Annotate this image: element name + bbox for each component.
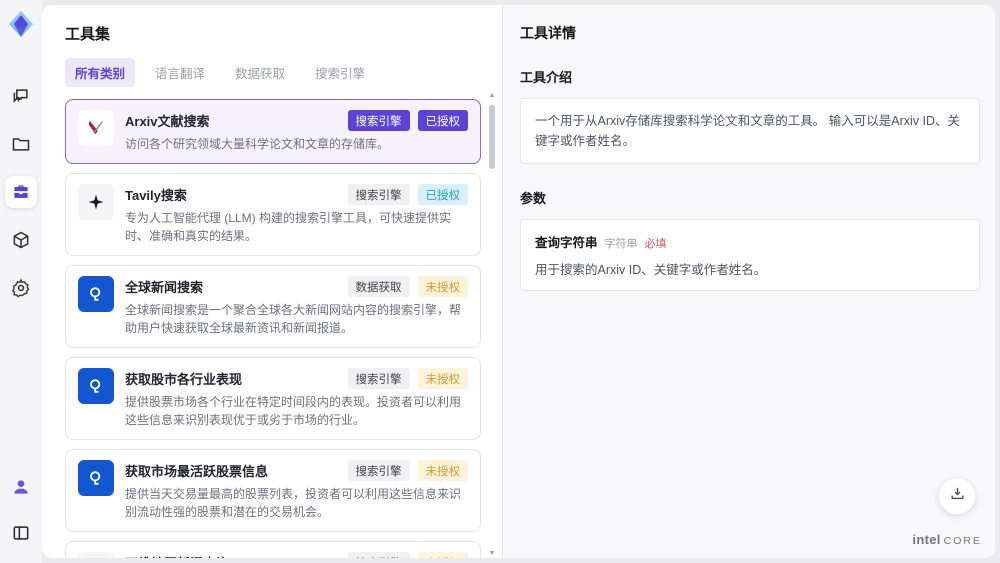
category-badge: 搜索引擎 (347, 460, 410, 481)
tool-description: 全球新闻搜索是一个聚合全球各大新闻网站内容的搜索引擎，帮助用户快速获取全球最新资… (125, 303, 462, 335)
icon-rail (0, 0, 42, 563)
tool-name: 全球新闻搜索 (125, 280, 204, 295)
tab-3[interactable]: 搜索引擎 (305, 58, 375, 87)
scroll-down-icon[interactable]: ▼ (487, 549, 497, 558)
tavily-star-icon (78, 184, 114, 220)
user-icon (11, 477, 31, 497)
arxiv-icon (78, 110, 114, 146)
sidebar-item-panel-toggle[interactable] (5, 517, 37, 549)
param-description: 用于搜索的Arxiv ID、关键字或作者姓名。 (535, 263, 767, 277)
param-type: 字符串 (604, 238, 638, 250)
auth-status-badge: 已授权 (417, 184, 468, 205)
tool-name: Tavily搜索 (125, 188, 187, 203)
tool-description: 专为人工智能代理 (LLM) 构建的搜索引擎工具，可快速提供实时、准确和真实的结… (125, 211, 452, 243)
auth-status-badge: 未授权 (417, 276, 468, 297)
category-badge: 搜索引擎 (347, 368, 410, 389)
main-content: 工具集 所有类别 语言翻译 数据获取 搜索引擎 Arxiv文献搜索 搜索引擎 已授权 … (42, 5, 995, 558)
param-name: 查询字符串 (535, 236, 598, 250)
detail-pane: 工具详情 工具介绍 一个用于从Arxiv存储库搜索科学论文和文章的工具。 输入可… (503, 5, 995, 558)
sidebar-item-account[interactable] (5, 471, 37, 503)
intro-box: 一个用于从Arxiv存储库搜索科学论文和文章的工具。 输入可以是Arxiv ID… (520, 98, 980, 164)
category-badge: 搜索引擎 (347, 184, 410, 205)
intro-heading: 工具介绍 (520, 70, 573, 85)
list-scrollbar[interactable]: ▲ ▼ (487, 91, 497, 558)
sidebar-item-chat[interactable] (5, 80, 37, 112)
tool-card-1[interactable]: Tavily搜索 搜索引擎 已授权 专为人工智能代理 (LLM) 构建的搜索引擎… (65, 173, 481, 256)
detail-title: 工具详情 (520, 25, 576, 41)
auth-status-badge: 未授权 (417, 460, 468, 481)
scrollbar-thumb[interactable] (489, 105, 495, 169)
building-icon (78, 552, 114, 558)
gear-icon (11, 278, 31, 298)
tool-card-2[interactable]: 全球新闻搜索 数据获取 未授权 全球新闻搜索是一个聚合全球各大新闻网站内容的搜索… (65, 265, 481, 348)
auth-status-badge: 未授权 (417, 552, 468, 558)
toolbox-icon (11, 182, 31, 202)
panel-toggle-icon (11, 523, 31, 543)
params-heading: 参数 (520, 191, 547, 206)
app-logo (7, 10, 35, 38)
category-badge: 数据获取 (347, 276, 410, 297)
tool-name: 获取市场最活跃股票信息 (125, 464, 269, 479)
brand-intel-text: intel (912, 532, 941, 547)
param-box: 查询字符串 字符串 必填 用于搜索的Arxiv ID、关键字或作者姓名。 (520, 219, 980, 291)
tool-description: 提供当天交易量最高的股票列表，投资者可以利用这些信息来识别流动性强的股票和潜在的… (125, 487, 462, 519)
tool-card-3[interactable]: 获取股市各行业表现 搜索引擎 未授权 提供股票市场各个行业在特定时间段内的表现。… (65, 357, 481, 440)
brand-core-text: CORE (943, 535, 982, 547)
category-badge: 搜索引擎 (347, 552, 410, 558)
param-required-badge: 必填 (644, 238, 667, 250)
tool-name: Arxiv文献搜索 (125, 114, 210, 129)
sidebar-item-files[interactable] (5, 128, 37, 160)
tab-0[interactable]: 所有类别 (65, 58, 136, 87)
sidebar-item-settings[interactable] (5, 272, 37, 304)
folder-icon (11, 134, 31, 154)
tool-card-0[interactable]: Arxiv文献搜索 搜索引擎 已授权 访问各个研究领域大量科学论文和文章的存储库… (65, 99, 481, 164)
chat-icon (11, 86, 31, 106)
intro-text: 一个用于从Arxiv存储库搜索科学论文和文章的工具。 输入可以是Arxiv ID… (535, 114, 961, 148)
download-button[interactable] (938, 477, 976, 515)
tool-card-5[interactable]: 万维地区新闻查询 搜索引擎 未授权 查询具体行政区划内的新闻，快速了解各地新闻动 (65, 541, 481, 558)
sidebar-item-packages[interactable] (5, 224, 37, 256)
tool-card-4[interactable]: 获取市场最活跃股票信息 搜索引擎 未授权 提供当天交易量最高的股票列表，投资者可… (65, 449, 481, 532)
tool-description: 访问各个研究领域大量科学论文和文章的存储库。 (125, 137, 390, 151)
download-icon (949, 485, 966, 507)
tool-list: Arxiv文献搜索 搜索引擎 已授权 访问各个研究领域大量科学论文和文章的存储库… (65, 99, 481, 558)
tool-name: 万维地区新闻查询 (125, 552, 340, 558)
tools-pane: 工具集 所有类别 语言翻译 数据获取 搜索引擎 Arxiv文献搜索 搜索引擎 已授权 … (42, 5, 503, 558)
page-title: 工具集 (65, 26, 111, 43)
auth-status-badge: 已授权 (417, 110, 468, 131)
auth-status-badge: 未授权 (417, 368, 468, 389)
tab-1[interactable]: 语言翻译 (145, 58, 215, 87)
tool-name: 获取股市各行业表现 (125, 372, 243, 387)
news-search-app-icon (78, 368, 114, 404)
news-search-app-icon (78, 460, 114, 496)
news-search-app-icon (78, 276, 114, 312)
tool-description: 提供股票市场各个行业在特定时间段内的表现。投资者可以利用这些信息来识别表现优于或… (125, 395, 462, 427)
cube-icon (11, 230, 31, 250)
category-tabs: 所有类别 语言翻译 数据获取 搜索引擎 (65, 58, 502, 87)
sidebar-item-tools[interactable] (5, 176, 37, 208)
intel-core-logo: intel CORE (912, 532, 982, 547)
tab-2[interactable]: 数据获取 (225, 58, 295, 87)
scroll-up-icon[interactable]: ▲ (487, 91, 497, 101)
category-badge: 搜索引擎 (347, 110, 410, 131)
